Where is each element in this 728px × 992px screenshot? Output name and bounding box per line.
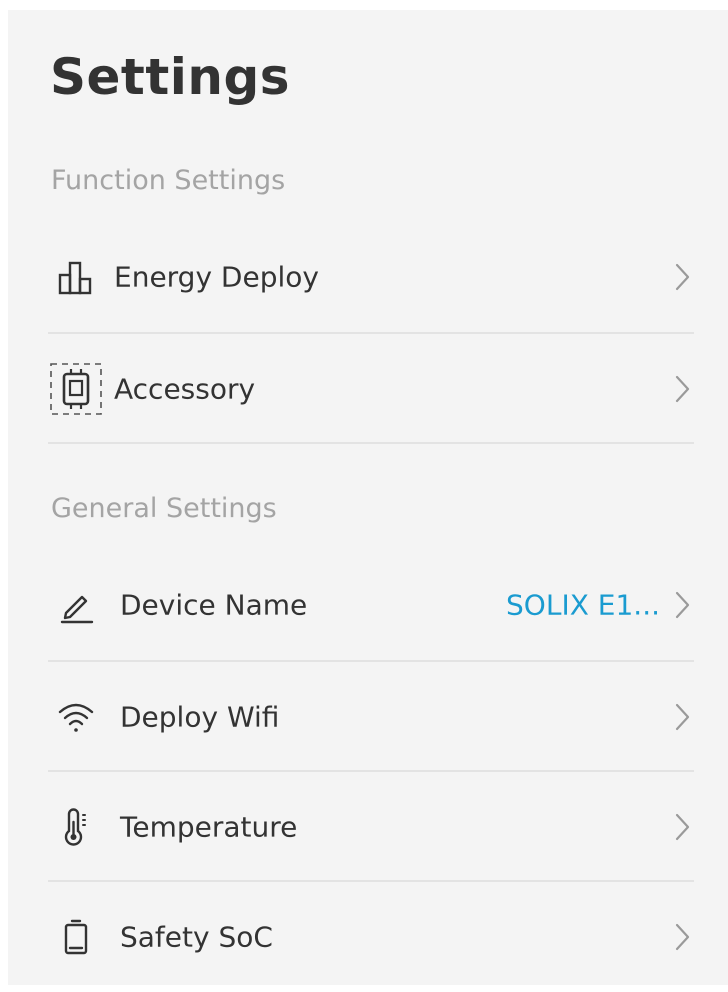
accessory-device-icon <box>48 334 104 444</box>
battery-icon <box>48 882 104 992</box>
thermometer-icon <box>48 772 104 882</box>
chevron-right-icon <box>670 811 694 843</box>
settings-item-accessory[interactable]: Accessory <box>48 334 694 444</box>
device-name-value: SOLIX E1... <box>506 588 660 622</box>
section-header-function-settings: Function Settings <box>51 165 286 196</box>
settings-item-label: Energy Deploy <box>114 260 319 294</box>
settings-item-safety-soc[interactable]: Safety SoC <box>48 882 694 992</box>
settings-item-label: Safety SoC <box>120 920 273 954</box>
settings-item-label: Deploy Wifi <box>120 700 280 734</box>
section-header-general-settings: General Settings <box>51 493 277 524</box>
chevron-right-icon <box>670 921 694 953</box>
settings-item-label: Temperature <box>120 810 298 844</box>
chevron-right-icon <box>670 589 694 621</box>
chevron-right-icon <box>670 701 694 733</box>
wifi-icon <box>48 662 104 772</box>
chevron-right-icon <box>670 261 694 293</box>
settings-item-device-name[interactable]: Device Name SOLIX E1... <box>48 550 694 660</box>
page-title: Settings <box>50 48 291 106</box>
settings-item-label: Device Name <box>120 588 308 622</box>
bar-chart-icon <box>48 222 104 332</box>
settings-item-deploy-wifi[interactable]: Deploy Wifi <box>48 662 694 772</box>
chevron-right-icon <box>670 373 694 405</box>
settings-item-temperature[interactable]: Temperature <box>48 772 694 882</box>
settings-item-label: Accessory <box>114 372 256 406</box>
settings-item-energy-deploy[interactable]: Energy Deploy <box>48 222 694 332</box>
pencil-icon <box>48 550 104 660</box>
settings-panel: Settings Function Settings Energy Deploy <box>8 10 728 985</box>
divider <box>48 442 694 444</box>
